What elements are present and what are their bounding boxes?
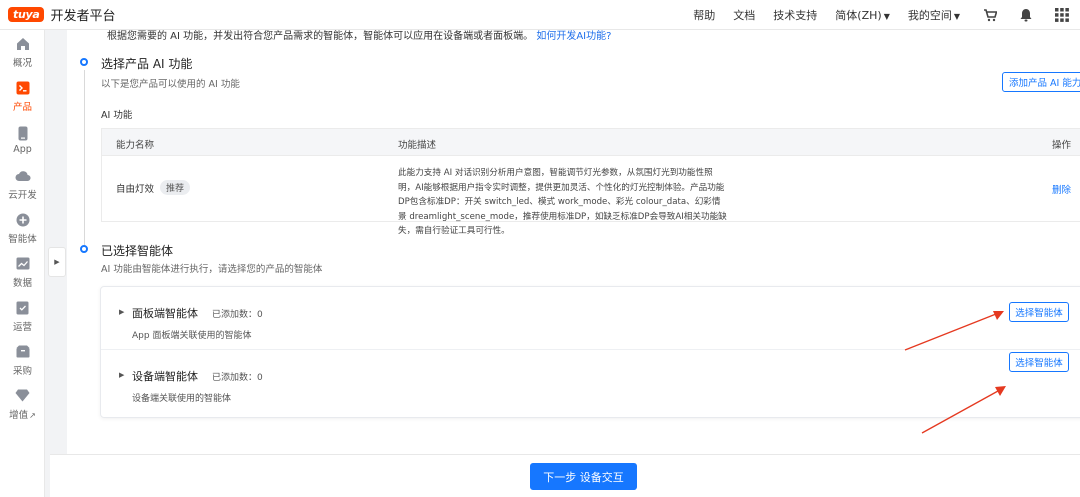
sidebar-item-agent[interactable]: 智能体 [0, 206, 45, 250]
agent-subtitle: App 面板端关联使用的智能体 [132, 331, 252, 341]
how-to-develop-ai-link[interactable]: 如何开发AI功能? [536, 31, 611, 42]
intro-text: 根据您需要的 AI 功能，并发出符合您产品需求的智能体，智能体可以应用在设备端或… [107, 31, 612, 42]
table-header: 能力名称 功能描述 操作 [102, 129, 1080, 156]
platform-name: 开发者平台 [50, 9, 116, 24]
footer-bar: 下一步 设备交互 [50, 454, 1080, 497]
external-link-icon: ↗ [29, 410, 36, 420]
logo[interactable]: tuya 开发者平台 [8, 5, 116, 24]
agent-row-panel: ▶ 面板端智能体 已添加数：0 App 面板端关联使用的智能体 选择智能体 [101, 287, 1080, 349]
space-selector[interactable]: 我的空间 ▼ [908, 7, 960, 23]
agent-title: 设备端智能体 [132, 370, 198, 383]
select-agent-button[interactable]: 选择智能体 [1009, 352, 1069, 372]
next-step-button[interactable]: 下一步 设备交互 [530, 463, 637, 490]
sidebar: 概况 产品 App 云开发 智能体 数据 运营 采购 增值↗ [0, 30, 45, 497]
diamond-icon [15, 388, 31, 404]
sidebar-item-label: 云开发 [8, 189, 37, 201]
sidebar-item-label: 运营 [12, 321, 32, 333]
sidebar-item-value-added-label: 增值↗ [9, 409, 36, 421]
sidebar-item-label: 产品 [12, 101, 32, 113]
phone-icon [15, 125, 31, 141]
step-dot [80, 58, 88, 66]
section-subtitle-ai: 以下是您产品可以使用的 AI 功能 [101, 79, 240, 90]
grid-icon[interactable] [1054, 7, 1070, 23]
sidebar-item-product[interactable]: 产品 [0, 74, 45, 118]
sidebar-item-label: 采购 [12, 365, 32, 377]
nav-help[interactable]: 帮助 [693, 7, 715, 23]
cart-icon[interactable] [982, 7, 998, 23]
expand-triangle-icon[interactable]: ▶ [119, 308, 124, 316]
language-selector[interactable]: 简体(ZH) ▼ [835, 7, 890, 23]
recommended-badge: 推荐 [160, 180, 191, 195]
caret-down-icon: ▼ [883, 12, 890, 21]
agent-row-device: ▶ 设备端智能体 已添加数：0 设备端关联使用的智能体 选择智能体 [101, 349, 1080, 411]
step-dot [80, 245, 88, 253]
col-op-header: 操作 [1052, 140, 1072, 151]
delete-link[interactable]: 删除 [1052, 182, 1071, 196]
ai-function-table: 能力名称 功能描述 操作 自由灯效 推荐 此能力支持 AI 对话识别分析用户意图… [101, 128, 1080, 236]
box-icon [15, 344, 31, 360]
section-title-agents: 已选择智能体 [101, 244, 174, 258]
capability-description: 此能力支持 AI 对话识别分析用户意图，智能调节灯光参数，从氛围灯光到功能性照明… [398, 168, 727, 236]
ai-function-label: AI 功能 [101, 110, 133, 121]
bell-icon[interactable] [1018, 7, 1034, 23]
sidebar-item-app[interactable]: App [0, 118, 45, 162]
sidebar-item-label: App [13, 144, 32, 155]
sidebar-item-label: 智能体 [8, 233, 37, 245]
agent-icon [15, 212, 31, 228]
sidebar-item-overview[interactable]: 概况 [0, 30, 45, 74]
top-nav: 帮助 文档 技术支持 简体(ZH) ▼ 我的空间 ▼ [693, 0, 1080, 30]
sidebar-toggle-button[interactable]: ▶ [48, 247, 66, 277]
agent-title: 面板端智能体 [132, 307, 198, 320]
nav-docs[interactable]: 文档 [733, 7, 755, 23]
select-agent-button[interactable]: 选择智能体 [1009, 302, 1069, 322]
expand-triangle-icon[interactable]: ▶ [119, 371, 124, 379]
add-ai-capability-button[interactable]: 添加产品 AI 能力 [1002, 72, 1080, 92]
chevron-right-icon: ▶ [54, 258, 60, 266]
operation-icon [15, 300, 31, 316]
agent-subtitle: 设备端关联使用的智能体 [132, 394, 232, 404]
agent-count: 已添加数：0 [212, 373, 263, 383]
space-label: 我的空间 [907, 9, 952, 22]
tuya-logo: tuya [8, 7, 45, 22]
sidebar-item-data[interactable]: 数据 [0, 250, 45, 294]
sidebar-item-operation[interactable]: 运营 [0, 294, 45, 338]
nav-support[interactable]: 技术支持 [773, 7, 817, 23]
terminal-icon [15, 80, 31, 96]
section-subtitle-agents: AI 功能由智能体进行执行，请选择您的产品的智能体 [101, 264, 323, 275]
sidebar-item-value-added[interactable]: 增值↗ [0, 382, 45, 426]
agent-count: 已添加数：0 [212, 310, 263, 320]
language-label: 简体(ZH) [835, 9, 882, 22]
capability-name: 自由灯效 推荐 [116, 180, 191, 195]
top-bar: tuya 开发者平台 帮助 文档 技术支持 简体(ZH) ▼ 我的空间 ▼ [0, 0, 1080, 30]
col-desc-header: 功能描述 [398, 140, 437, 151]
agents-panel: ▶ 面板端智能体 已添加数：0 App 面板端关联使用的智能体 选择智能体 ▶ … [100, 286, 1080, 418]
caret-down-icon: ▼ [953, 12, 960, 21]
timeline-line [84, 70, 85, 245]
col-name-header: 能力名称 [116, 140, 155, 151]
sidebar-item-purchase[interactable]: 采购 [0, 338, 45, 382]
section-title-ai: 选择产品 AI 功能 [101, 57, 193, 71]
sidebar-item-cloud[interactable]: 云开发 [0, 162, 45, 206]
sidebar-item-label: 概况 [12, 57, 32, 69]
cloud-icon [15, 168, 31, 184]
home-icon [15, 36, 31, 52]
chart-icon [15, 256, 31, 272]
sidebar-item-label: 数据 [12, 277, 32, 289]
table-row: 自由灯效 推荐 此能力支持 AI 对话识别分析用户意图，智能调节灯光参数，从氛围… [102, 156, 1080, 236]
main-content: 根据您需要的 AI 功能，并发出符合您产品需求的智能体，智能体可以应用在设备端或… [67, 30, 1080, 454]
